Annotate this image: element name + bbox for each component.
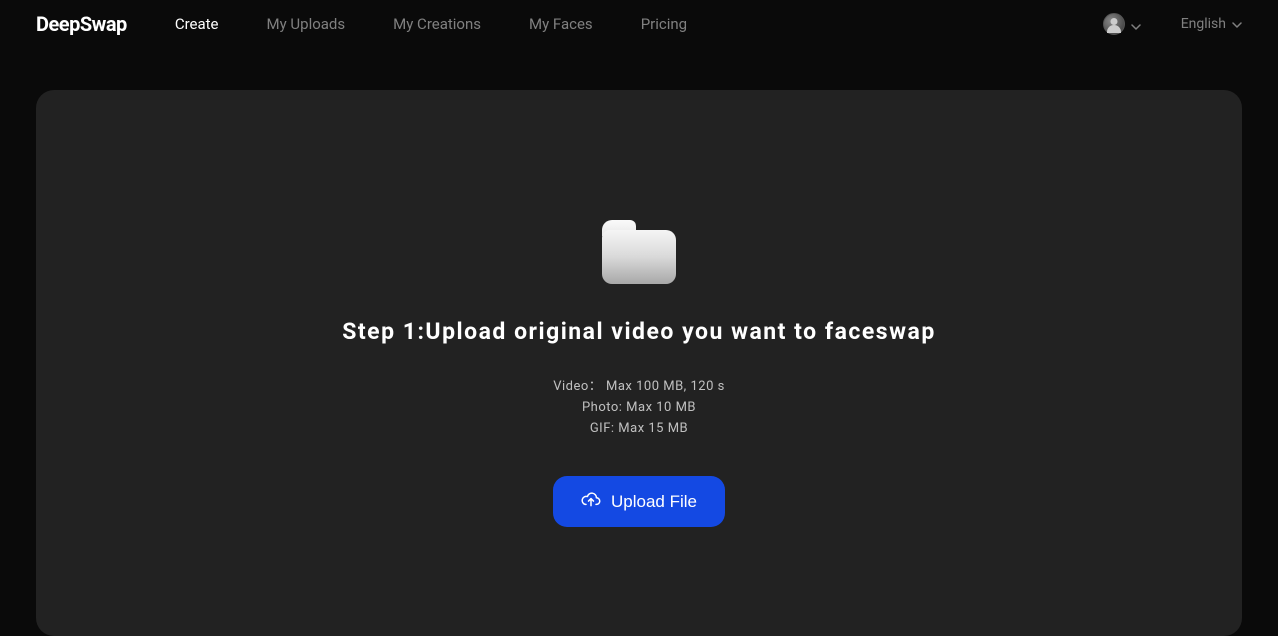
upload-card: Step 1:Upload original video you want to… — [36, 90, 1242, 636]
step-title: Step 1:Upload original video you want to… — [342, 318, 936, 345]
main-nav: Create My Uploads My Creations My Faces … — [175, 15, 687, 33]
language-menu[interactable]: English — [1181, 16, 1242, 32]
app-header: DeepSwap Create My Uploads My Creations … — [0, 0, 1278, 48]
limit-gif: GIF: Max 15 MB — [590, 421, 688, 436]
nav-create[interactable]: Create — [175, 15, 219, 33]
nav-my-uploads[interactable]: My Uploads — [267, 15, 346, 33]
header-right: English — [1103, 13, 1242, 35]
folder-icon — [602, 220, 676, 284]
nav-pricing[interactable]: Pricing — [641, 15, 687, 33]
user-menu[interactable] — [1103, 13, 1141, 35]
chevron-down-icon — [1232, 16, 1242, 32]
upload-limits: Video： Max 100 MB, 120 s Photo: Max 10 M… — [553, 375, 725, 436]
nav-my-creations[interactable]: My Creations — [393, 15, 481, 33]
upload-file-button[interactable]: Upload File — [553, 476, 725, 527]
limit-video: Video： Max 100 MB, 120 s — [553, 375, 725, 394]
chevron-down-icon — [1131, 15, 1141, 34]
limit-photo: Photo: Max 10 MB — [582, 400, 696, 415]
upload-button-label: Upload File — [611, 492, 697, 512]
avatar-icon — [1103, 13, 1125, 35]
language-label: English — [1181, 16, 1226, 32]
nav-my-faces[interactable]: My Faces — [529, 15, 593, 33]
cloud-upload-icon — [581, 490, 601, 513]
app-logo[interactable]: DeepSwap — [36, 12, 127, 36]
header-left: DeepSwap Create My Uploads My Creations … — [36, 12, 687, 36]
